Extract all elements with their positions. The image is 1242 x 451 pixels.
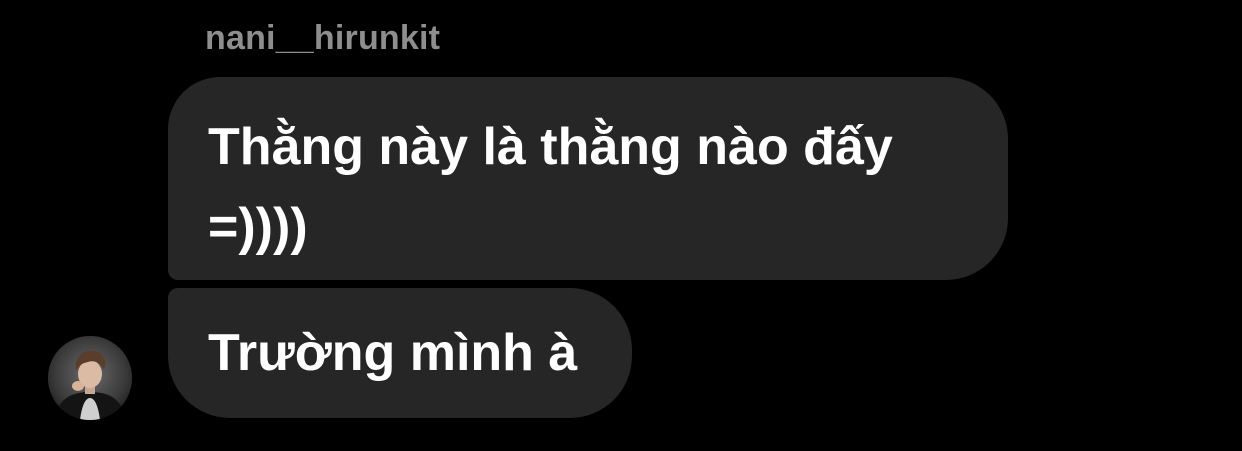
message-text: Thằng này là thằng nào đấy =)))) <box>208 118 893 256</box>
avatar-photo-icon <box>48 336 132 420</box>
sender-username[interactable]: nani__hirunkit <box>205 18 440 58</box>
sender-avatar[interactable] <box>48 336 132 420</box>
message-bubble[interactable]: Thằng này là thằng nào đấy =)))) <box>168 77 1008 280</box>
message-text: Trường mình à <box>208 324 578 382</box>
message-bubble[interactable]: Trường mình à <box>168 288 632 418</box>
